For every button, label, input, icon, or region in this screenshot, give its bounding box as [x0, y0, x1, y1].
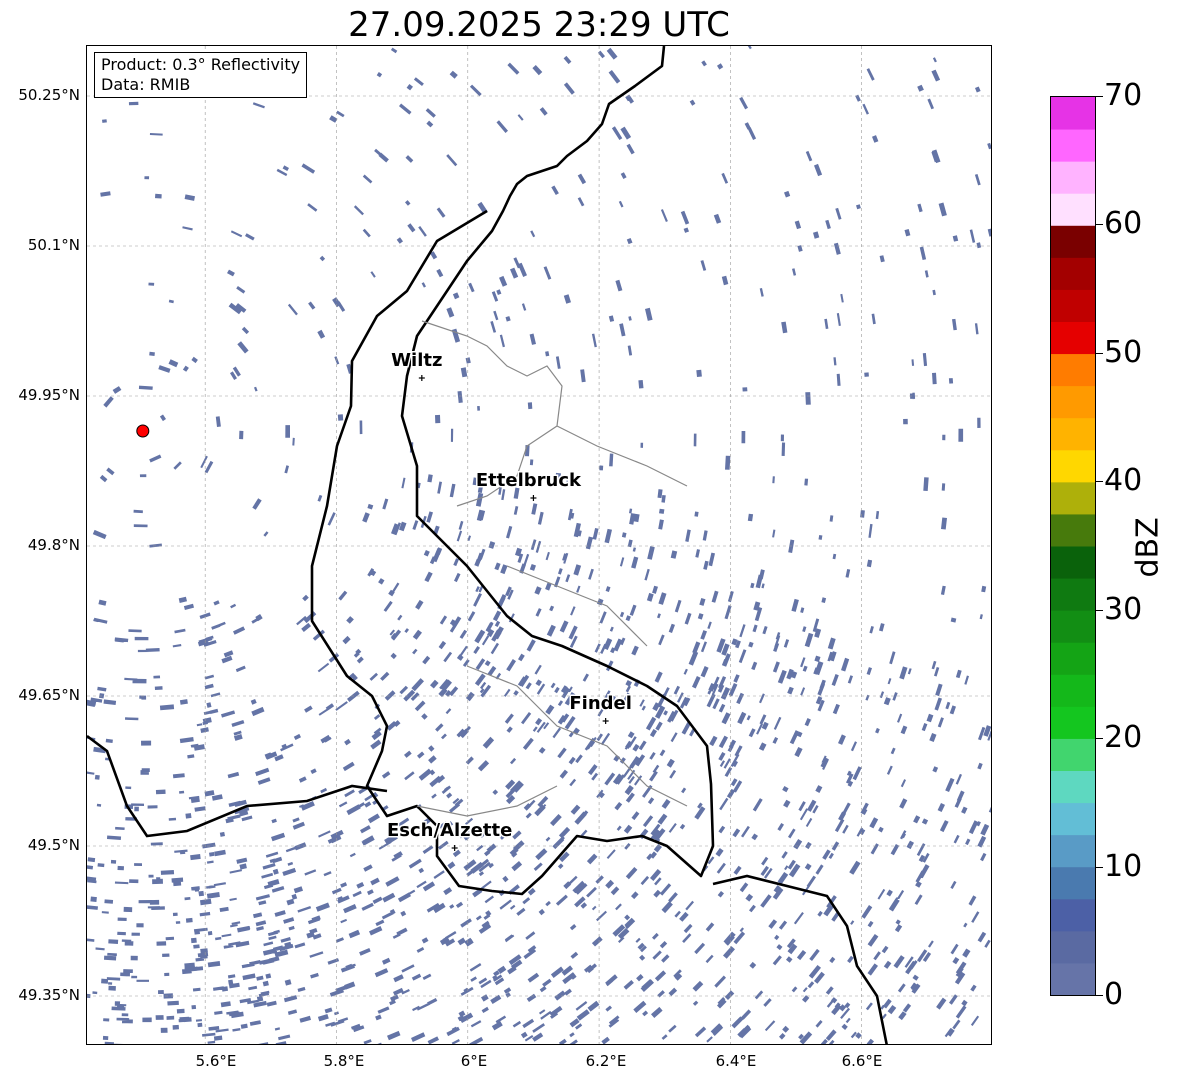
colorbar-segment [1051, 289, 1095, 322]
colorbar-tick-label: 60 [1104, 206, 1143, 241]
colorbar-segment [1051, 353, 1095, 387]
lat-label: 49.95°N [18, 386, 80, 404]
lon-label: 6°E [460, 1052, 488, 1070]
map-title: 27.09.2025 23:29 UTC [348, 5, 730, 45]
colorbar-segment [1051, 642, 1095, 675]
colorbar-segment [1051, 674, 1095, 707]
colorbar-tick-mark [1096, 224, 1103, 225]
lat-label: 49.35°N [18, 986, 80, 1004]
colorbar-segment [1051, 257, 1095, 290]
colorbar-segment [1051, 610, 1095, 643]
radar-map[interactable]: Wiltz Ettelbruck Findel Esch/Alzette [86, 45, 992, 1045]
lat-label: 50.25°N [18, 86, 80, 104]
lon-label: 6.6°E [841, 1052, 883, 1070]
colorbar-segment [1051, 385, 1095, 419]
colorbar-tick-mark [1096, 738, 1103, 739]
lat-label: 49.65°N [18, 686, 80, 704]
colorbar-segment [1051, 578, 1095, 611]
dbz-colorbar [1050, 96, 1096, 996]
lon-label: 5.6°E [195, 1052, 237, 1070]
colorbar-tick-mark [1096, 96, 1103, 97]
data-source-text: Data: RMIB [101, 75, 191, 94]
radar-site-marker [136, 424, 150, 438]
colorbar-segment [1051, 834, 1095, 868]
colorbar-tick-label: 30 [1104, 592, 1143, 627]
colorbar-tick-mark [1096, 867, 1103, 868]
city-label: Findel [569, 693, 632, 714]
product-text: Product: 0.3° Reflectivity [101, 55, 301, 74]
colorbar-segment [1051, 449, 1095, 483]
colorbar-tick-mark [1096, 610, 1103, 611]
colorbar-segment [1051, 930, 1095, 964]
echo-cells [87, 46, 991, 1044]
lon-label: 6.2°E [585, 1052, 627, 1070]
colorbar-unit-label: dBZ [1130, 517, 1166, 578]
colorbar-tick-label: 40 [1104, 463, 1143, 498]
colorbar-segment [1051, 417, 1095, 451]
city-marker: Findel [568, 692, 633, 724]
colorbar-segment [1051, 546, 1095, 579]
colorbar-tick-label: 70 [1104, 78, 1143, 113]
colorbar-segment [1051, 898, 1095, 932]
city-label: Ettelbruck [476, 470, 582, 491]
colorbar-segment [1051, 225, 1095, 258]
lon-label: 5.8°E [323, 1052, 365, 1070]
colorbar-segment [1051, 866, 1095, 900]
colorbar-segment [1051, 97, 1095, 130]
city-label: Wiltz [391, 350, 442, 371]
colorbar-tick-label: 10 [1104, 849, 1143, 884]
canton-borders [416, 320, 688, 817]
belgium-france-border [87, 734, 388, 838]
colorbar-tick-label: 20 [1104, 720, 1143, 755]
colorbar-segment [1051, 770, 1095, 804]
country-borders [87, 46, 888, 1044]
lat-label: 49.8°N [27, 536, 80, 554]
colorbar-segment [1051, 321, 1095, 355]
colorbar-tick-label: 50 [1104, 335, 1143, 370]
colorbar-tick-mark [1096, 481, 1103, 482]
colorbar-segment [1051, 129, 1095, 162]
lat-label: 50.1°N [27, 236, 80, 254]
colorbar-segment [1051, 706, 1095, 739]
colorbar-segment [1051, 481, 1095, 515]
colorbar-segment [1051, 802, 1095, 836]
radar-echoes [87, 46, 991, 1044]
colorbar-segment [1051, 193, 1095, 226]
colorbar-segment [1051, 962, 1095, 995]
colorbar-tick-mark [1096, 995, 1103, 996]
colorbar-segment [1051, 513, 1095, 547]
colorbar-tick-mark [1096, 353, 1103, 354]
colorbar-segment [1051, 161, 1095, 194]
lon-label: 6.4°E [715, 1052, 757, 1070]
lat-label: 49.5°N [27, 836, 80, 854]
city-marker: Ettelbruck [474, 469, 584, 501]
product-info-box: Product: 0.3° Reflectivity Data: RMIB [94, 52, 308, 98]
city-label: Esch/Alzette [387, 820, 512, 841]
colorbar-segment [1051, 738, 1095, 771]
city-marker: Wiltz [390, 349, 444, 381]
colorbar-tick-label: 0 [1104, 977, 1124, 1012]
